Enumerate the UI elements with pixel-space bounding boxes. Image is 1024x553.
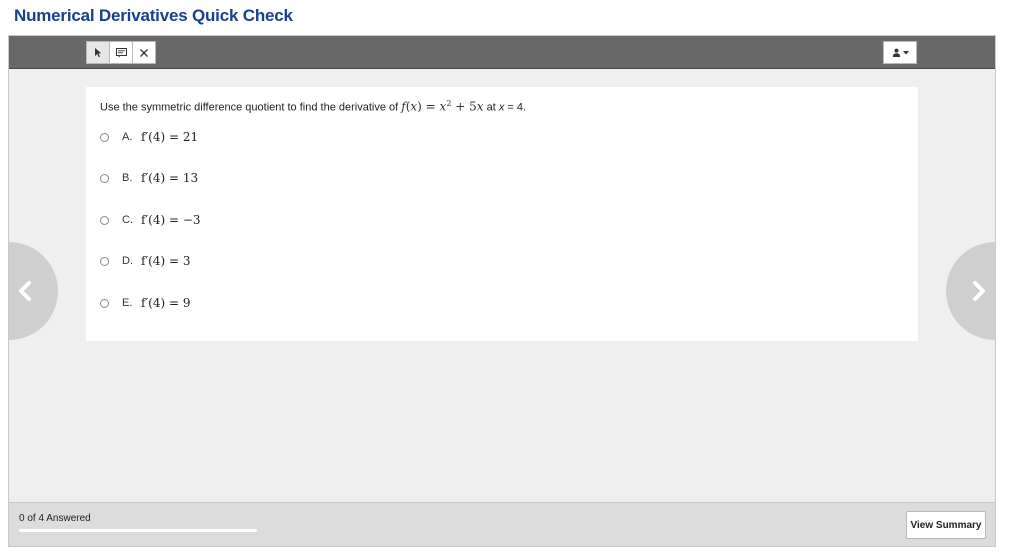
note-icon [115,47,127,58]
function-equals: = [421,99,440,114]
footer-bar: 0 of 4 Answered View Summary [9,502,995,546]
radio-button[interactable] [100,256,109,266]
choice-letter: B. [122,172,133,184]
choice-expression: f′(4) = 21 [141,130,199,144]
pointer-tool-button[interactable] [86,41,110,64]
caret-down-icon [902,50,909,54]
function-plus: + 5 [451,99,477,114]
view-summary-button[interactable]: View Summary [906,511,986,539]
function-x2: x [476,99,484,114]
user-menu-button[interactable] [883,41,917,64]
choice-expression: f′(4) = 9 [141,296,191,310]
radio-button[interactable] [100,215,109,225]
choice-b[interactable]: B. f′(4) = 13 [100,168,198,188]
eliminate-tool-button[interactable] [132,41,156,64]
radio-button[interactable] [100,173,109,183]
toolbar [9,36,995,69]
note-tool-button[interactable] [109,41,133,64]
progress-bar [19,529,257,532]
eliminate-x-icon [140,48,148,57]
choice-letter: E. [122,297,133,309]
page-title: Numerical Derivatives Quick Check [14,6,293,25]
previous-question-button[interactable] [9,242,58,340]
question-at-value: = 4. [504,101,527,114]
question-text: Use the symmetric difference quotient to… [100,99,526,114]
radio-button[interactable] [100,132,109,142]
choice-d[interactable]: D. f′(4) = 3 [100,251,190,271]
answered-count: 0 of 4 Answered [19,513,91,524]
chevron-right-icon [973,281,985,301]
choice-letter: D. [122,255,133,267]
choice-a[interactable]: A. f′(4) = 21 [100,127,198,147]
question-card: Use the symmetric difference quotient to… [86,87,918,341]
chevron-left-icon [19,281,31,301]
question-prefix: Use the symmetric difference quotient to… [100,101,402,114]
choice-c[interactable]: C. f′(4) = −3 [100,210,201,230]
choice-letter: A. [122,131,133,143]
choice-letter: C. [122,214,133,226]
radio-button[interactable] [100,298,109,308]
assessment-frame: Use the symmetric difference quotient to… [8,35,996,547]
choice-e[interactable]: E. f′(4) = 9 [100,293,190,313]
choice-expression: f′(4) = 13 [141,171,199,185]
question-at: at [483,101,499,114]
pointer-arrow-icon [95,48,102,58]
tool-group [86,41,156,64]
choice-expression: f′(4) = 3 [141,254,191,268]
next-question-button[interactable] [946,242,995,340]
choice-expression: f′(4) = −3 [141,213,201,227]
user-icon [892,48,900,57]
